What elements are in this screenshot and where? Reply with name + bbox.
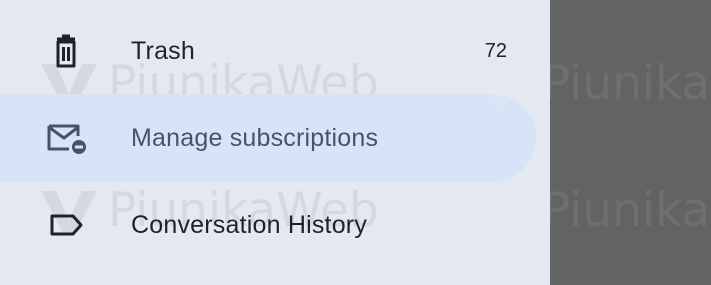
watermark-text: PiunikaWeb <box>542 183 711 238</box>
navigation-drawer: PiunikaWeb PiunikaWeb Trash 72 Manage su… <box>0 0 550 285</box>
modal-scrim[interactable]: PiunikaWeb PiunikaWeb <box>475 0 711 285</box>
nav-item-manage-subscriptions[interactable]: Manage subscriptions <box>0 94 536 182</box>
nav-item-conversation-history[interactable]: Conversation History <box>0 181 536 269</box>
nav-item-trash[interactable]: Trash 72 <box>0 7 536 95</box>
nav-item-label: Manage subscriptions <box>131 123 379 152</box>
trash-icon <box>44 29 88 73</box>
manage-subscriptions-icon <box>44 116 88 160</box>
nav-item-label: Trash <box>131 36 195 65</box>
nav-item-label: Conversation History <box>131 210 368 239</box>
label-icon <box>44 203 88 247</box>
mail-app-screen: PiunikaWeb PiunikaWeb Trash 72 Manage su… <box>0 0 711 285</box>
watermark-text: PiunikaWeb <box>542 56 711 111</box>
unread-count: 72 <box>484 39 507 62</box>
